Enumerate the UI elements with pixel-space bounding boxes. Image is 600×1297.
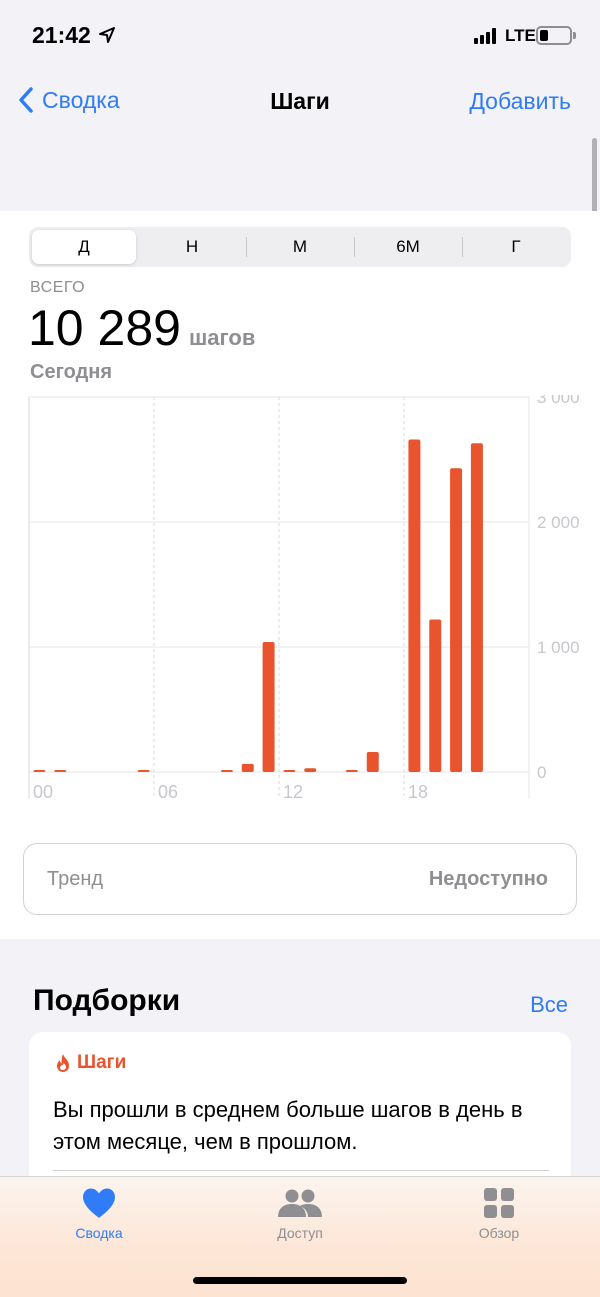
total-label: ВСЕГО [30,279,86,296]
x-axis-tick-label: 06 [158,782,178,802]
steps-bar [429,619,442,772]
flame-icon [57,1054,69,1072]
trend-row[interactable]: Тренд Недоступно [23,843,577,915]
highlight-category: Шаги [55,1052,126,1074]
steps-bar-chart[interactable]: 3 0002 0001 000000 06 12 18 [0,395,600,815]
segment-day[interactable]: Д [32,230,136,264]
highlight-category-label: Шаги [77,1052,127,1073]
trend-value: Недоступно [428,868,548,890]
total-steps-value: 10 289 [28,300,181,356]
see-all-link[interactable]: Все [530,992,568,1018]
y-axis-tick-label: 2 000 [537,513,580,532]
heart-icon [83,1188,115,1218]
time-range-segmented-control: Д Н М 6М Г [29,227,571,267]
segment-month[interactable]: М [248,230,352,264]
tab-sharing-label: Доступ [277,1225,323,1241]
steps-bar [262,642,275,772]
add-data-button[interactable]: Добавить [469,88,571,115]
people-icon [278,1189,322,1217]
battery-tip [573,32,576,39]
x-axis-tick-label: 12 [283,782,303,802]
tab-browse[interactable]: Обзор [429,1187,569,1241]
network-type: LTE [505,26,536,45]
grid-icon [484,1188,514,1218]
steps-bar [304,768,317,772]
steps-bar [366,752,379,772]
tab-browse-label: Обзор [478,1225,520,1241]
steps-bar [33,770,46,772]
x-axis-tick-label: 18 [408,782,428,802]
steps-unit: шагов [188,325,256,350]
steps-bar [220,770,233,772]
steps-bar [241,763,254,772]
trend-label: Тренд [47,868,104,890]
highlight-text: Вы прошли в среднем больше шагов в день … [53,1097,523,1154]
steps-bar [345,770,358,772]
battery-icon [536,26,572,45]
cellular-signal-icon [474,28,496,44]
date-label: Сегодня [30,361,113,383]
segment-divider [462,237,463,257]
total-row: 10 289 шагов [28,299,255,357]
tab-summary[interactable]: Сводка [29,1187,169,1241]
steps-bar [470,443,483,772]
steps-bar [408,439,421,772]
y-axis-tick-label: 1 000 [537,638,580,657]
steps-bar [137,770,150,772]
segment-6-months[interactable]: 6М [356,230,460,264]
segment-divider [354,237,355,257]
status-bar: 21:42 LTE [0,0,600,70]
status-time: 21:42 [32,22,91,48]
divider [53,1170,549,1171]
segment-week[interactable]: Н [140,230,244,264]
y-axis-tick-label: 0 [537,763,546,782]
highlights-title: Подборки [33,984,181,1017]
steps-bar [283,770,296,772]
x-axis-tick-label: 00 [33,782,53,802]
segment-year[interactable]: Г [464,230,568,264]
tab-summary-label: Сводка [75,1225,123,1241]
y-axis-tick-label: 3 000 [537,395,580,407]
segment-divider [246,237,247,257]
home-indicator [193,1277,407,1284]
location-arrow-icon [99,27,115,43]
steps-bar [54,770,67,772]
steps-bar [450,468,463,772]
steps-chart-card: Д Н М 6М Г ВСЕГО 10 289 шагов Сегодня 3 … [0,211,600,939]
tab-sharing[interactable]: Доступ [230,1187,370,1241]
navigation-bar: Сводка Шаги Добавить [0,78,600,128]
